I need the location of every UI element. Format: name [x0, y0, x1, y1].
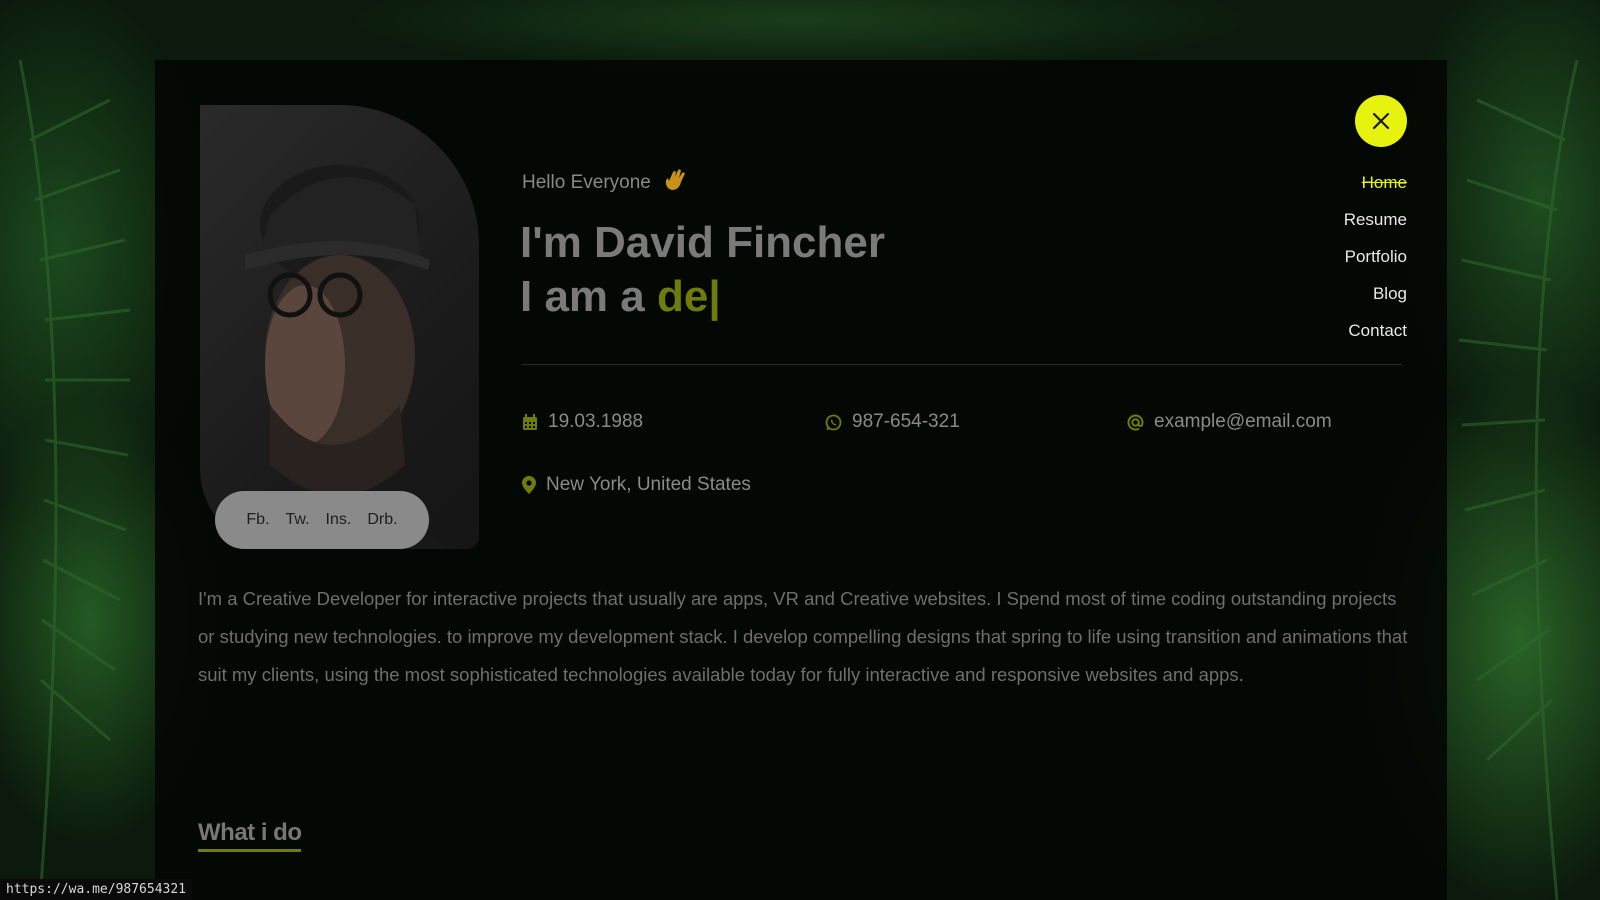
role-typed-text: de| — [656, 272, 721, 321]
calendar-icon — [523, 413, 537, 430]
nav-item-contact[interactable]: Contact — [1344, 320, 1407, 357]
nav-item-portfolio[interactable]: Portfolio — [1344, 246, 1407, 283]
map-pin-icon — [522, 476, 536, 494]
email-value[interactable]: example@email.com — [1154, 411, 1332, 433]
social-link-facebook[interactable]: Fb. — [246, 511, 269, 529]
role-prefix: I am a — [520, 272, 645, 321]
profile-name: I'm David Fincher — [520, 218, 885, 267]
section-title-what-i-do: What i do — [198, 819, 302, 852]
social-links: Fb. Tw. Ins. Drb. — [215, 491, 429, 549]
social-link-twitter[interactable]: Tw. — [286, 511, 310, 529]
nav-item-home[interactable]: Home — [1344, 172, 1407, 209]
nav-item-resume[interactable]: Resume — [1344, 209, 1407, 246]
at-icon — [1127, 414, 1144, 431]
close-menu-button[interactable] — [1355, 95, 1407, 147]
divider — [522, 364, 1402, 365]
location-value: New York, United States — [546, 474, 751, 495]
status-bar-url: https://wa.me/987654321 — [0, 879, 193, 900]
social-link-dribbble[interactable]: Drb. — [367, 511, 397, 529]
phone-value[interactable]: 987-654-321 — [852, 411, 960, 433]
main-nav: Home Resume Portfolio Blog Contact — [1344, 172, 1407, 357]
about-paragraph: I'm a Creative Developer for interactive… — [198, 588, 1408, 685]
profile-photo — [200, 105, 479, 549]
info-email[interactable]: example@email.com — [1127, 411, 1332, 433]
profile-role: I am a de| — [520, 272, 721, 322]
social-link-instagram[interactable]: Ins. — [326, 511, 352, 529]
whatsapp-icon — [825, 414, 842, 430]
nav-item-blog[interactable]: Blog — [1344, 283, 1407, 320]
greeting-text: Hello Everyone — [522, 172, 651, 193]
info-phone[interactable]: 987-654-321 — [825, 411, 960, 433]
portrait-illustration — [230, 165, 450, 549]
fern-left-decoration — [18, 60, 131, 900]
fern-right-decoration — [1458, 60, 1579, 900]
waving-hand-icon — [663, 167, 689, 199]
info-birthday: 19.03.1988 — [522, 411, 643, 433]
birthday-value: 19.03.1988 — [548, 411, 644, 432]
close-icon — [1372, 112, 1390, 130]
info-location: New York, United States — [522, 474, 751, 496]
